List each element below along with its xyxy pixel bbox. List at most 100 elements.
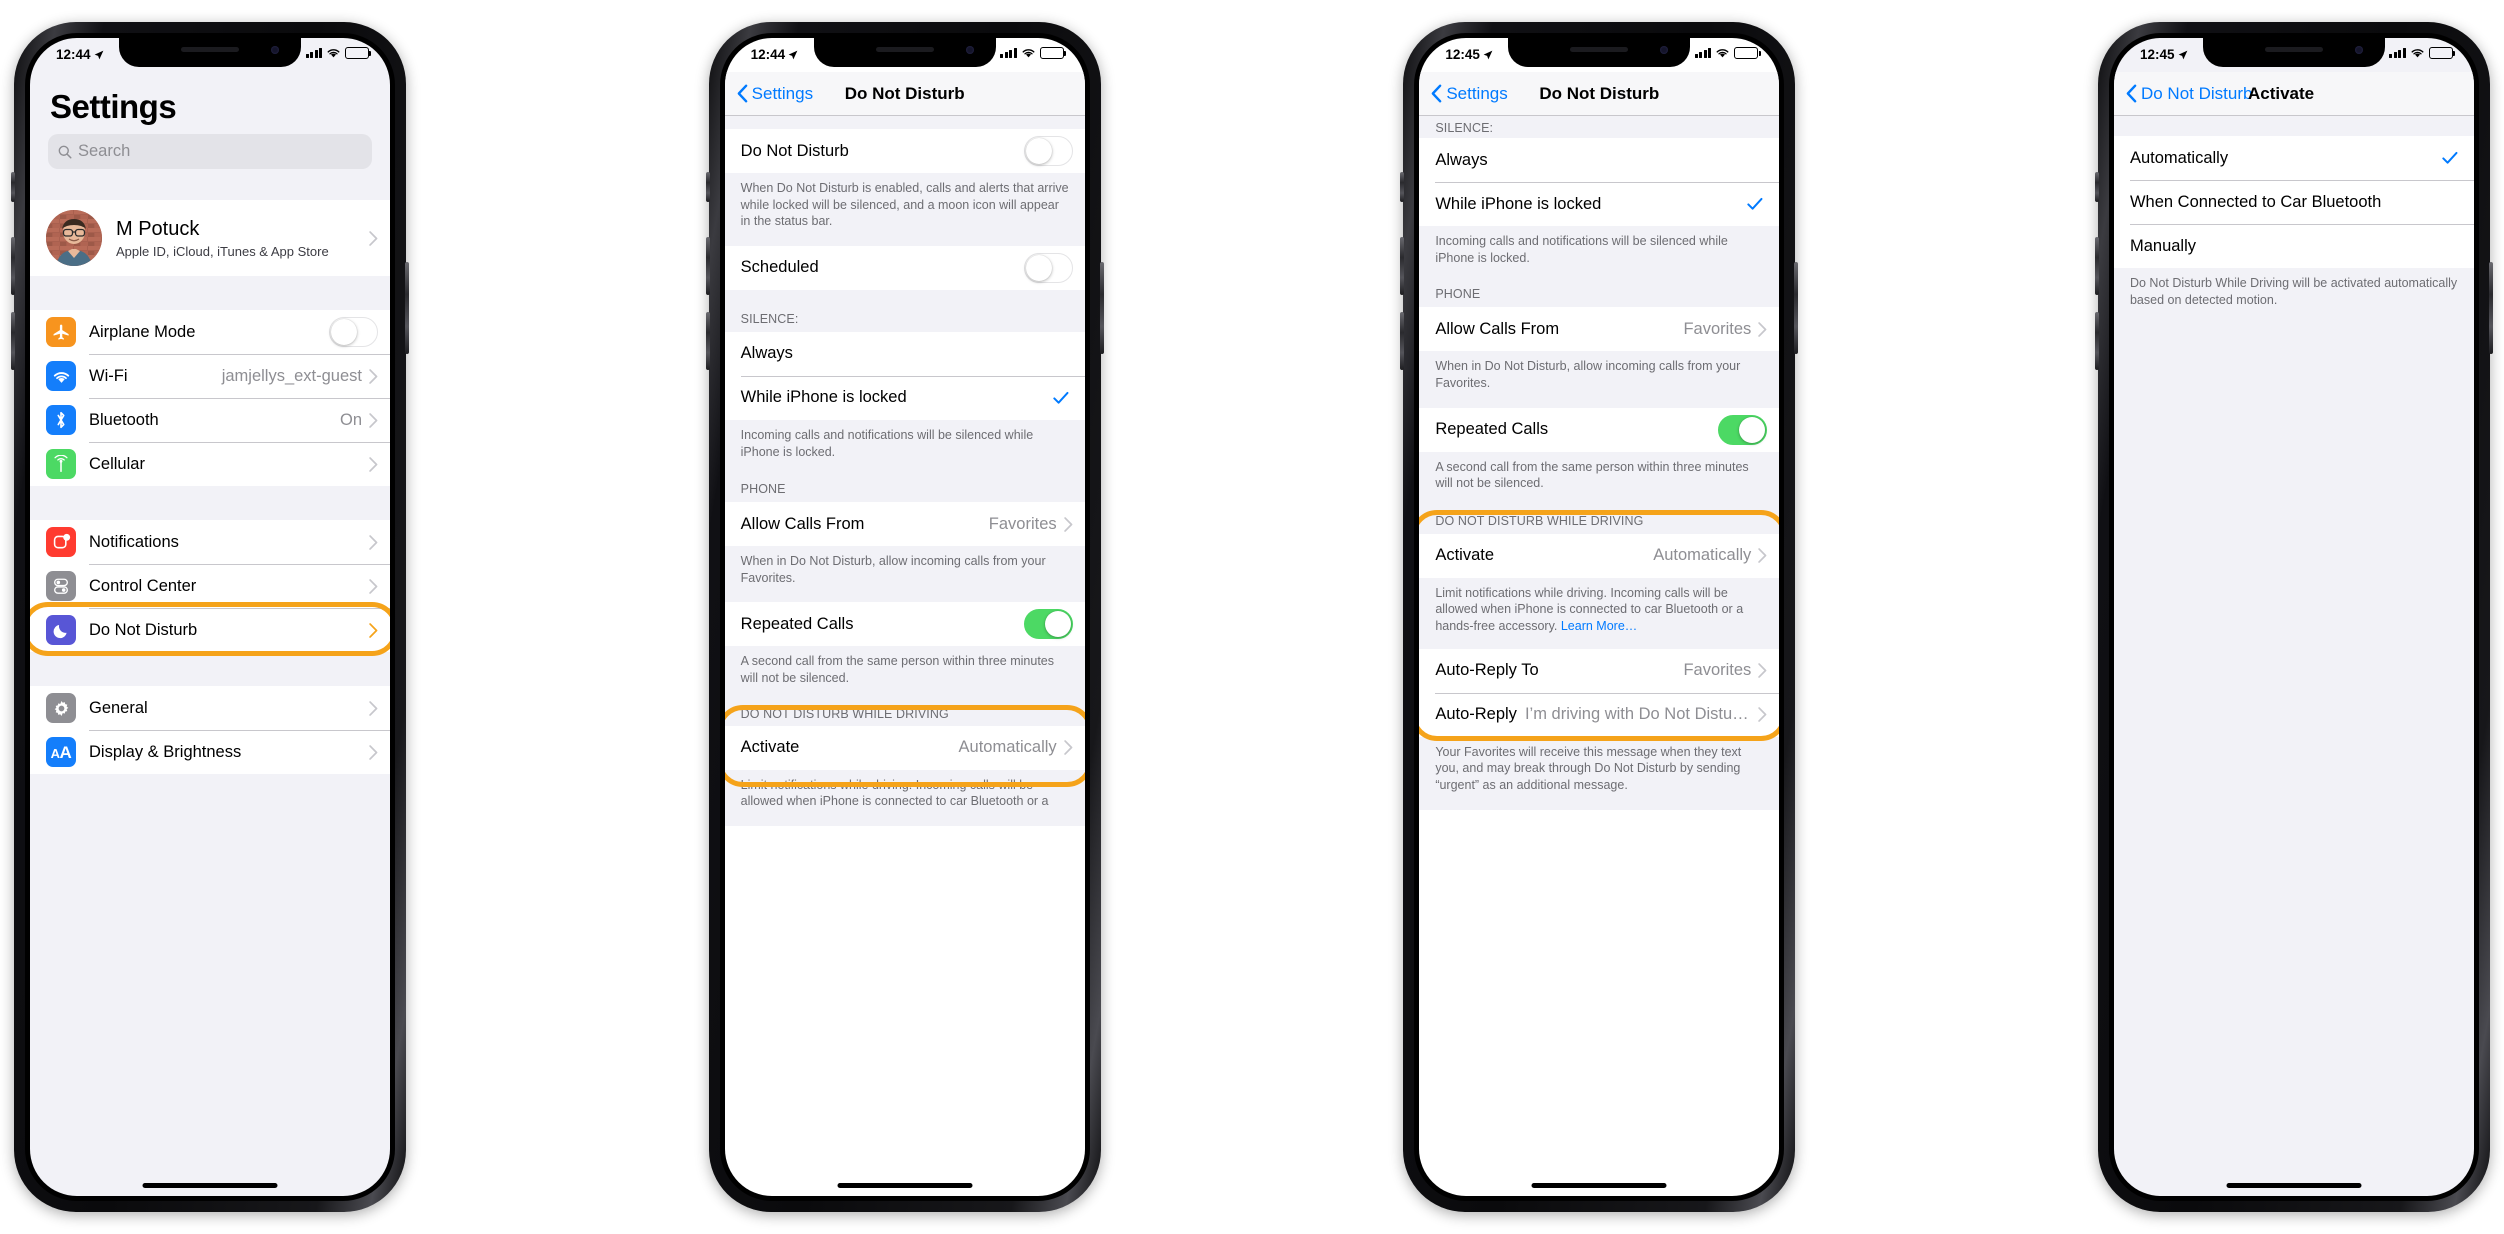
- volume-up-button[interactable]: [1400, 237, 1405, 295]
- status-time: 12:44: [56, 47, 91, 62]
- dnd-scroll[interactable]: SILENCE: Always While iPhone is locked I…: [1419, 116, 1780, 1196]
- sidebar-item-bluetooth[interactable]: Bluetooth On: [30, 398, 390, 442]
- sidebar-item-display-brightness[interactable]: AA Display & Brightness: [30, 730, 390, 774]
- power-button[interactable]: [1099, 262, 1104, 354]
- cellular-signal-icon: [305, 48, 322, 58]
- row-label: Wi-Fi: [89, 366, 128, 385]
- activate-row[interactable]: Activate Automatically: [1419, 533, 1780, 578]
- row-value: Favorites: [1683, 319, 1752, 338]
- home-indicator[interactable]: [2226, 1183, 2362, 1188]
- avatar: [46, 210, 102, 266]
- mute-switch[interactable]: [1400, 172, 1405, 202]
- home-indicator[interactable]: [142, 1183, 278, 1188]
- page-title: Settings: [50, 88, 177, 125]
- location-arrow-icon: [2178, 50, 2187, 59]
- learn-more-link[interactable]: Learn More…: [1561, 619, 1637, 633]
- silence-option-always[interactable]: Always: [1419, 138, 1780, 182]
- scheduled-toggle[interactable]: [1023, 252, 1073, 283]
- allow-calls-from-row[interactable]: Allow Calls From Favorites: [1419, 307, 1780, 352]
- apple-id-subtitle: Apple ID, iCloud, iTunes & App Store: [116, 243, 329, 259]
- repeated-calls-toggle[interactable]: [1023, 609, 1073, 640]
- phone-2-frame: 12:44 Settings Do Not Disturb Do Not Dis…: [705, 22, 1104, 1212]
- do-not-disturb-toggle[interactable]: [1023, 136, 1073, 166]
- mute-switch[interactable]: [11, 172, 15, 202]
- chevron-right-icon: [369, 230, 378, 246]
- volume-up-button[interactable]: [11, 237, 15, 295]
- search-input[interactable]: Search: [48, 134, 372, 169]
- control-center-icon: [46, 571, 76, 601]
- driving-section-header: DO NOT DISTURB WHILE DRIVING: [1419, 507, 1780, 534]
- spacer: [30, 486, 390, 520]
- sidebar-item-cellular[interactable]: Cellular: [30, 442, 390, 486]
- back-button[interactable]: Settings: [1431, 84, 1508, 104]
- back-button[interactable]: Settings: [737, 84, 813, 104]
- notifications-group: Notifications Control Center Do Not Dist…: [30, 520, 390, 656]
- volume-down-button[interactable]: [1400, 312, 1405, 370]
- chevron-right-icon: [1063, 516, 1073, 532]
- sidebar-item-airplane-mode[interactable]: Airplane Mode: [30, 310, 390, 354]
- repeated-calls-footer: A second call from the same person withi…: [724, 646, 1085, 703]
- mute-switch[interactable]: [2094, 172, 2099, 202]
- status-bar: 12:45: [2114, 38, 2474, 72]
- auto-reply-row[interactable]: Auto-Reply I’m driving with Do Not Distu…: [1419, 692, 1780, 737]
- sidebar-item-control-center[interactable]: Control Center: [30, 564, 390, 608]
- phone-1-frame: 12:44 Settings Search M Potuck Apple ID,…: [11, 22, 409, 1212]
- apple-id-name: M Potuck: [116, 217, 200, 240]
- volume-down-button[interactable]: [705, 312, 710, 370]
- repeated-calls-group: Repeated Calls: [724, 602, 1085, 647]
- chevron-right-icon: [1063, 740, 1073, 755]
- phone-group: Allow Calls From Favorites: [724, 502, 1085, 547]
- repeated-calls-toggle[interactable]: [1718, 414, 1768, 445]
- row-label: Allow Calls From: [1435, 319, 1560, 338]
- sidebar-item-notifications[interactable]: Notifications: [30, 520, 390, 564]
- spacer: [30, 652, 390, 686]
- row-label: Automatically: [2129, 148, 2229, 167]
- back-button[interactable]: Do Not Disturb: [2126, 84, 2252, 104]
- repeated-calls-row[interactable]: Repeated Calls: [724, 602, 1085, 647]
- settings-scroll[interactable]: Settings Search M Potuck Apple ID, iClou…: [30, 72, 390, 1196]
- dnd-scroll[interactable]: Do Not Disturb When Do Not Disturb is en…: [724, 116, 1085, 1196]
- battery-icon: [1734, 47, 1761, 59]
- home-indicator[interactable]: [837, 1183, 973, 1188]
- allow-calls-from-row[interactable]: Allow Calls From Favorites: [724, 502, 1085, 547]
- gear-icon: [46, 693, 76, 723]
- silence-group: Always While iPhone is locked: [724, 331, 1085, 420]
- auto-reply-to-row[interactable]: Auto-Reply To Favorites: [1419, 648, 1780, 693]
- home-indicator[interactable]: [1531, 1183, 1667, 1188]
- silence-option-while-locked[interactable]: While iPhone is locked: [724, 375, 1085, 420]
- scheduled-row[interactable]: Scheduled: [724, 245, 1085, 290]
- option-manually[interactable]: Manually: [2113, 224, 2474, 268]
- silence-option-always[interactable]: Always: [724, 331, 1085, 376]
- option-when-connected-car-bluetooth[interactable]: When Connected to Car Bluetooth: [2113, 180, 2474, 224]
- power-button[interactable]: [405, 262, 409, 354]
- phone-section-header: PHONE: [1419, 282, 1780, 308]
- phone-3-frame: 12:45 Settings Do Not Disturb SILENCE: A…: [1400, 22, 1799, 1212]
- apple-id-row[interactable]: M Potuck Apple ID, iCloud, iTunes & App …: [30, 200, 390, 276]
- volume-down-button[interactable]: [11, 312, 15, 370]
- back-label: Settings: [751, 83, 814, 103]
- status-bar: 12:44: [725, 38, 1085, 72]
- connectivity-group: Airplane Mode Wi-Fi jamjellys_ext-guest: [30, 310, 390, 486]
- airplane-icon: [46, 317, 76, 347]
- sidebar-item-general[interactable]: General: [30, 686, 390, 730]
- volume-up-button[interactable]: [705, 237, 710, 295]
- do-not-disturb-row[interactable]: Do Not Disturb: [724, 129, 1085, 173]
- silence-option-while-locked[interactable]: While iPhone is locked: [1419, 182, 1780, 226]
- sidebar-item-wifi[interactable]: Wi-Fi jamjellys_ext-guest: [30, 354, 390, 398]
- power-button[interactable]: [2488, 262, 2493, 354]
- repeated-calls-row[interactable]: Repeated Calls: [1419, 407, 1780, 452]
- nav-bar: Settings Do Not Disturb: [1419, 72, 1780, 116]
- power-button[interactable]: [1794, 262, 1799, 354]
- row-label: While iPhone is locked: [1435, 194, 1602, 213]
- nav-bar: Settings Do Not Disturb: [724, 72, 1085, 116]
- option-automatically[interactable]: Automatically: [2113, 136, 2474, 180]
- mute-switch[interactable]: [705, 172, 710, 202]
- phone-4-frame: 12:45 Do Not Disturb Activate Automatica…: [2094, 22, 2493, 1212]
- volume-up-button[interactable]: [2094, 237, 2099, 295]
- sidebar-item-do-not-disturb[interactable]: Do Not Disturb: [30, 608, 390, 652]
- volume-down-button[interactable]: [2094, 312, 2099, 370]
- activate-scroll[interactable]: Automatically When Connected to Car Blue…: [2113, 116, 2474, 1196]
- activate-row[interactable]: Activate Automatically: [724, 725, 1085, 770]
- airplane-mode-toggle[interactable]: [329, 317, 378, 347]
- phone-footer: When in Do Not Disturb, allow incoming c…: [1419, 351, 1780, 408]
